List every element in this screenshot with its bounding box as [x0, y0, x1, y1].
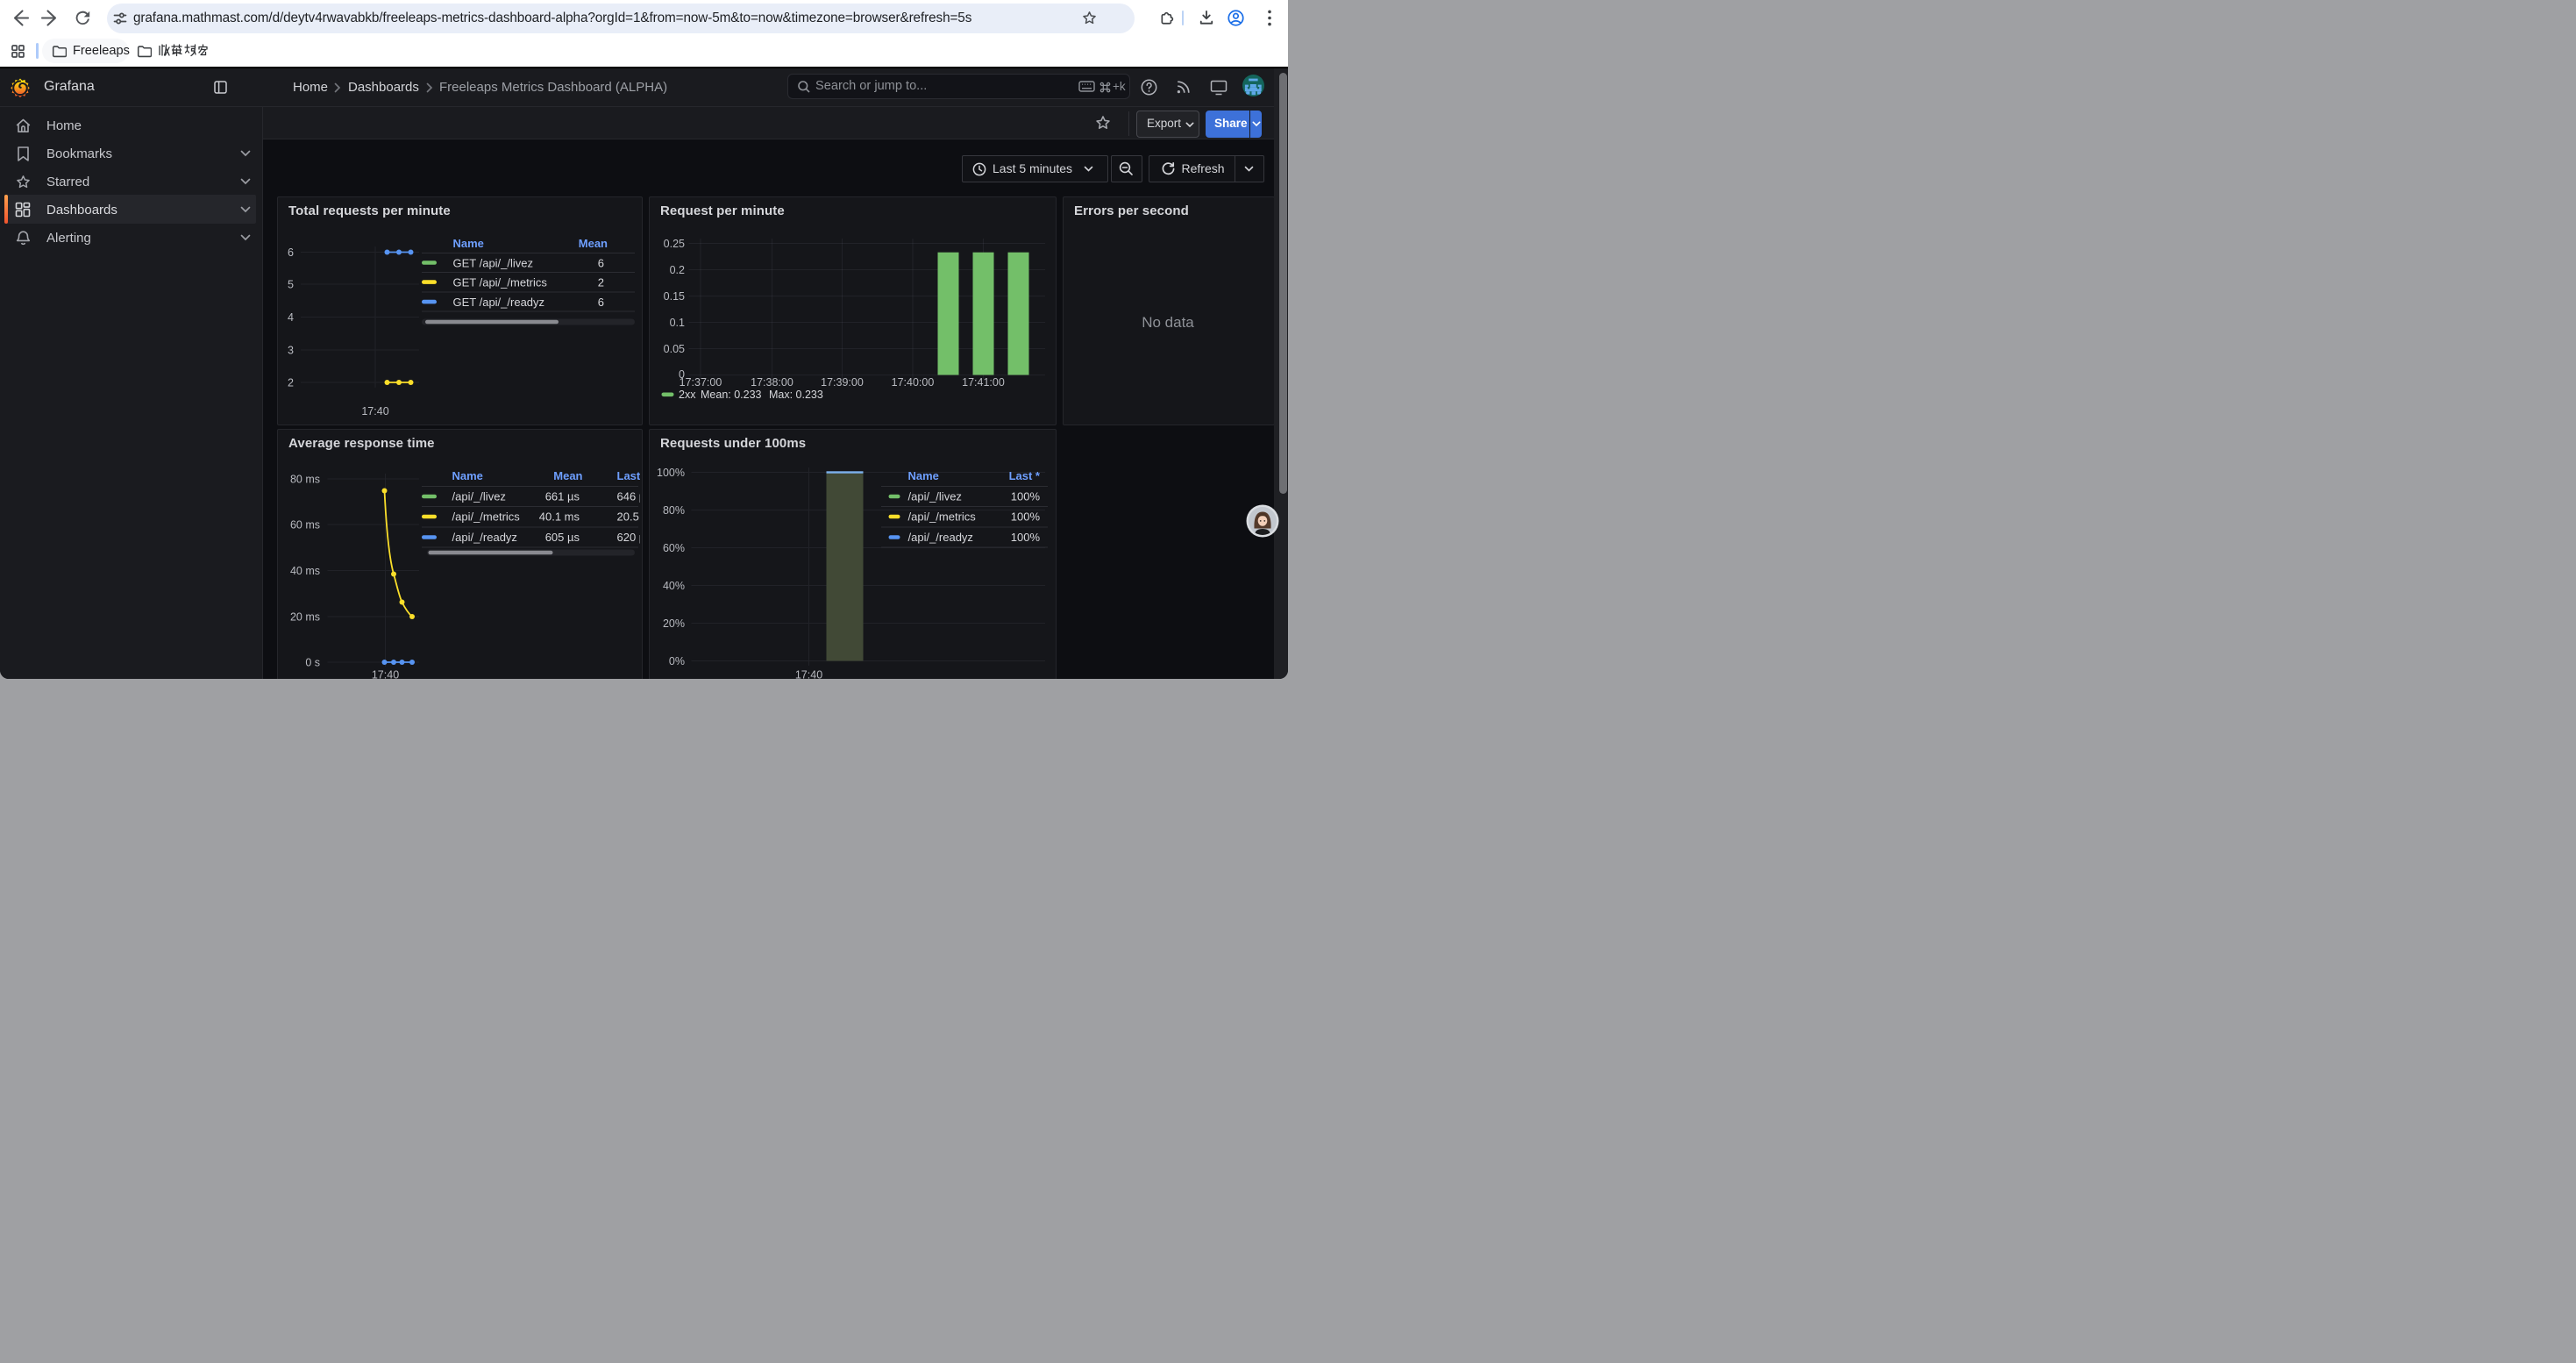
svg-text:100%: 100%	[1011, 531, 1041, 544]
svg-text:20.5 ms: 20.5 ms	[617, 510, 641, 524]
svg-text:0.25: 0.25	[664, 238, 685, 250]
svg-text:40.1 ms: 40.1 ms	[539, 510, 580, 524]
svg-text:17:41:00: 17:41:00	[962, 376, 1005, 389]
svg-text:661 µs: 661 µs	[545, 490, 580, 503]
svg-text:60%: 60%	[663, 542, 685, 554]
svg-text:17:40: 17:40	[795, 669, 822, 680]
svg-text:/api/_/readyz: /api/_/readyz	[908, 531, 973, 544]
svg-text:2: 2	[288, 377, 294, 389]
svg-text:6: 6	[598, 296, 604, 309]
svg-text:0 s: 0 s	[305, 657, 320, 669]
svg-text:80%: 80%	[663, 504, 685, 517]
svg-text:Name: Name	[453, 237, 484, 250]
svg-text:20 ms: 20 ms	[290, 611, 320, 624]
svg-text:4: 4	[288, 311, 294, 324]
svg-text:17:40: 17:40	[361, 405, 388, 417]
svg-text:GET /api/_/metrics: GET /api/_/metrics	[453, 276, 548, 289]
svg-text:/api/_/readyz: /api/_/readyz	[452, 531, 517, 544]
svg-text:0.15: 0.15	[664, 290, 685, 303]
svg-text:100%: 100%	[1011, 510, 1041, 524]
svg-text:2: 2	[598, 276, 604, 289]
svg-text:20%: 20%	[663, 617, 685, 630]
svg-text:6: 6	[598, 257, 604, 270]
svg-text:Name: Name	[452, 469, 483, 482]
svg-text:Name: Name	[908, 469, 939, 482]
svg-text:17:38:00: 17:38:00	[751, 376, 793, 389]
svg-text:605 µs: 605 µs	[545, 531, 580, 544]
svg-text:Max: 0.233: Max: 0.233	[769, 389, 823, 401]
svg-text:17:39:00: 17:39:00	[821, 376, 864, 389]
svg-text:60 ms: 60 ms	[290, 519, 320, 532]
svg-text:/api/_/livez: /api/_/livez	[452, 490, 506, 503]
svg-text:40%: 40%	[663, 580, 685, 592]
svg-text:0.05: 0.05	[664, 343, 685, 355]
svg-text:Mean: Mean	[553, 469, 582, 482]
svg-text:80 ms: 80 ms	[290, 474, 320, 486]
svg-text:100%: 100%	[657, 467, 685, 479]
svg-text:6: 6	[288, 246, 294, 259]
svg-text:GET /api/_/readyz: GET /api/_/readyz	[453, 296, 545, 309]
svg-text:Last *: Last *	[617, 469, 641, 482]
svg-text:100%: 100%	[1011, 490, 1041, 503]
svg-text:17:40:00: 17:40:00	[892, 376, 935, 389]
svg-text:17:40: 17:40	[372, 669, 399, 680]
svg-text:2xx: 2xx	[679, 389, 696, 401]
svg-text:/api/_/metrics: /api/_/metrics	[452, 510, 521, 524]
svg-text:Last *: Last *	[1009, 469, 1041, 482]
svg-text:40 ms: 40 ms	[290, 565, 320, 577]
svg-text:0.1: 0.1	[670, 317, 685, 329]
svg-text:GET /api/_/livez: GET /api/_/livez	[453, 257, 534, 270]
svg-text:/api/_/livez: /api/_/livez	[908, 490, 962, 503]
svg-text:17:37:00: 17:37:00	[680, 376, 722, 389]
svg-text:0%: 0%	[669, 655, 685, 667]
svg-text:0.2: 0.2	[670, 264, 685, 276]
svg-text:620 µs: 620 µs	[617, 531, 641, 544]
svg-text:646 µs: 646 µs	[617, 490, 641, 503]
svg-text:/api/_/metrics: /api/_/metrics	[908, 510, 977, 524]
svg-text:5: 5	[288, 279, 294, 291]
svg-text:Mean: 0.233: Mean: 0.233	[701, 389, 762, 401]
svg-text:Mean: Mean	[579, 237, 608, 250]
svg-text:3: 3	[288, 345, 294, 357]
